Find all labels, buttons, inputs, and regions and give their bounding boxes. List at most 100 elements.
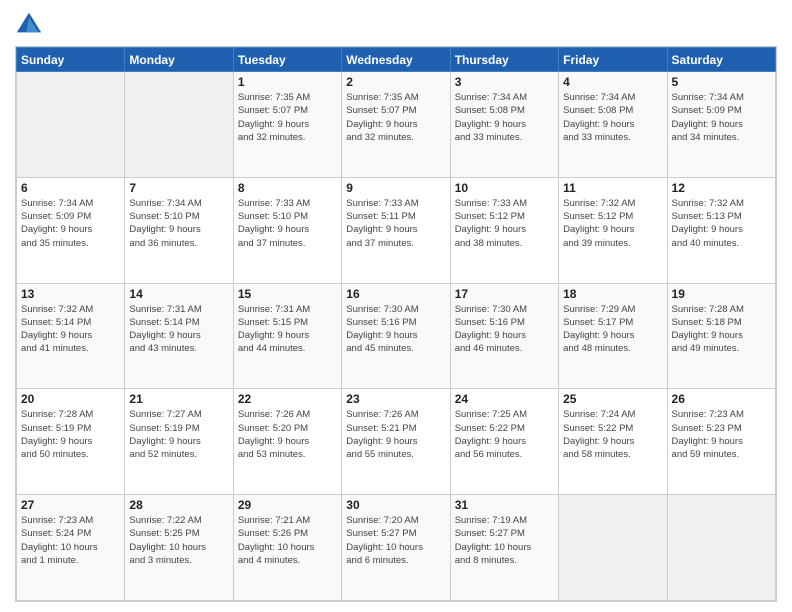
day-number: 29	[238, 498, 337, 512]
weekday-header-cell: Saturday	[667, 48, 775, 72]
day-info: Sunrise: 7:34 AM Sunset: 5:08 PM Dayligh…	[563, 91, 662, 144]
weekday-header-cell: Wednesday	[342, 48, 450, 72]
calendar-cell: 7 Sunrise: 7:34 AM Sunset: 5:10 PM Daylig…	[125, 177, 233, 283]
day-number: 31	[455, 498, 554, 512]
calendar-cell: 23 Sunrise: 7:26 AM Sunset: 5:21 PM Dayli…	[342, 389, 450, 495]
day-info: Sunrise: 7:21 AM Sunset: 5:26 PM Dayligh…	[238, 514, 337, 567]
day-info: Sunrise: 7:35 AM Sunset: 5:07 PM Dayligh…	[346, 91, 445, 144]
calendar-cell: 18 Sunrise: 7:29 AM Sunset: 5:17 PM Dayli…	[559, 283, 667, 389]
weekday-header-cell: Monday	[125, 48, 233, 72]
day-number: 28	[129, 498, 228, 512]
day-number: 5	[672, 75, 771, 89]
calendar-week-row: 13Sunrise: 7:32 AM Sunset: 5:14 PM Dayli…	[17, 283, 776, 389]
day-info: Sunrise: 7:28 AM Sunset: 5:18 PM Dayligh…	[672, 303, 771, 356]
calendar-week-row: 27 Sunrise: 7:23 AM Sunset: 5:24 PM Dayli…	[17, 495, 776, 601]
day-info: Sunrise: 7:23 AM Sunset: 5:24 PM Dayligh…	[21, 514, 120, 567]
calendar: SundayMondayTuesdayWednesdayThursdayFrid…	[15, 46, 777, 602]
calendar-cell: 8 Sunrise: 7:33 AM Sunset: 5:10 PM Daylig…	[233, 177, 341, 283]
weekday-header-cell: Tuesday	[233, 48, 341, 72]
weekday-header-cell: Sunday	[17, 48, 125, 72]
header	[15, 10, 777, 38]
day-info: Sunrise: 7:33 AM Sunset: 5:11 PM Dayligh…	[346, 197, 445, 250]
calendar-cell: 5Sunrise: 7:34 AM Sunset: 5:09 PM Daylig…	[667, 72, 775, 178]
day-number: 4	[563, 75, 662, 89]
calendar-cell: 28 Sunrise: 7:22 AM Sunset: 5:25 PM Dayli…	[125, 495, 233, 601]
day-info: Sunrise: 7:25 AM Sunset: 5:22 PM Dayligh…	[455, 408, 554, 461]
weekday-header-row: SundayMondayTuesdayWednesdayThursdayFrid…	[17, 48, 776, 72]
day-number: 11	[563, 181, 662, 195]
day-number: 25	[563, 392, 662, 406]
day-info: Sunrise: 7:30 AM Sunset: 5:16 PM Dayligh…	[455, 303, 554, 356]
calendar-cell: 9 Sunrise: 7:33 AM Sunset: 5:11 PM Daylig…	[342, 177, 450, 283]
day-number: 23	[346, 392, 445, 406]
calendar-cell: 10Sunrise: 7:33 AM Sunset: 5:12 PM Dayli…	[450, 177, 558, 283]
day-number: 21	[129, 392, 228, 406]
calendar-cell: 20 Sunrise: 7:28 AM Sunset: 5:19 PM Dayli…	[17, 389, 125, 495]
weekday-header-cell: Thursday	[450, 48, 558, 72]
page: SundayMondayTuesdayWednesdayThursdayFrid…	[0, 0, 792, 612]
day-number: 10	[455, 181, 554, 195]
day-number: 3	[455, 75, 554, 89]
day-number: 17	[455, 287, 554, 301]
day-number: 6	[21, 181, 120, 195]
calendar-cell	[667, 495, 775, 601]
day-info: Sunrise: 7:31 AM Sunset: 5:14 PM Dayligh…	[129, 303, 228, 356]
day-info: Sunrise: 7:30 AM Sunset: 5:16 PM Dayligh…	[346, 303, 445, 356]
calendar-cell: 31 Sunrise: 7:19 AM Sunset: 5:27 PM Dayli…	[450, 495, 558, 601]
day-info: Sunrise: 7:34 AM Sunset: 5:10 PM Dayligh…	[129, 197, 228, 250]
day-info: Sunrise: 7:19 AM Sunset: 5:27 PM Dayligh…	[455, 514, 554, 567]
day-number: 20	[21, 392, 120, 406]
day-number: 9	[346, 181, 445, 195]
calendar-cell: 29 Sunrise: 7:21 AM Sunset: 5:26 PM Dayli…	[233, 495, 341, 601]
day-info: Sunrise: 7:20 AM Sunset: 5:27 PM Dayligh…	[346, 514, 445, 567]
calendar-cell	[125, 72, 233, 178]
calendar-cell: 4 Sunrise: 7:34 AM Sunset: 5:08 PM Daylig…	[559, 72, 667, 178]
calendar-cell: 11 Sunrise: 7:32 AM Sunset: 5:12 PM Dayli…	[559, 177, 667, 283]
calendar-cell: 25 Sunrise: 7:24 AM Sunset: 5:22 PM Dayli…	[559, 389, 667, 495]
day-info: Sunrise: 7:22 AM Sunset: 5:25 PM Dayligh…	[129, 514, 228, 567]
day-info: Sunrise: 7:32 AM Sunset: 5:13 PM Dayligh…	[672, 197, 771, 250]
day-number: 30	[346, 498, 445, 512]
calendar-cell: 19 Sunrise: 7:28 AM Sunset: 5:18 PM Dayli…	[667, 283, 775, 389]
day-number: 18	[563, 287, 662, 301]
day-number: 14	[129, 287, 228, 301]
calendar-week-row: 1Sunrise: 7:35 AM Sunset: 5:07 PM Daylig…	[17, 72, 776, 178]
logo	[15, 10, 45, 38]
calendar-cell: 13Sunrise: 7:32 AM Sunset: 5:14 PM Dayli…	[17, 283, 125, 389]
day-info: Sunrise: 7:33 AM Sunset: 5:10 PM Dayligh…	[238, 197, 337, 250]
day-info: Sunrise: 7:28 AM Sunset: 5:19 PM Dayligh…	[21, 408, 120, 461]
calendar-cell: 27 Sunrise: 7:23 AM Sunset: 5:24 PM Dayli…	[17, 495, 125, 601]
calendar-cell: 22Sunrise: 7:26 AM Sunset: 5:20 PM Dayli…	[233, 389, 341, 495]
day-info: Sunrise: 7:26 AM Sunset: 5:21 PM Dayligh…	[346, 408, 445, 461]
day-number: 2	[346, 75, 445, 89]
calendar-cell: 26Sunrise: 7:23 AM Sunset: 5:23 PM Dayli…	[667, 389, 775, 495]
calendar-cell: 30 Sunrise: 7:20 AM Sunset: 5:27 PM Dayli…	[342, 495, 450, 601]
calendar-cell: 17 Sunrise: 7:30 AM Sunset: 5:16 PM Dayli…	[450, 283, 558, 389]
logo-icon	[15, 10, 43, 38]
day-info: Sunrise: 7:26 AM Sunset: 5:20 PM Dayligh…	[238, 408, 337, 461]
calendar-cell	[559, 495, 667, 601]
day-number: 19	[672, 287, 771, 301]
day-info: Sunrise: 7:24 AM Sunset: 5:22 PM Dayligh…	[563, 408, 662, 461]
calendar-cell: 21Sunrise: 7:27 AM Sunset: 5:19 PM Dayli…	[125, 389, 233, 495]
day-number: 12	[672, 181, 771, 195]
day-info: Sunrise: 7:34 AM Sunset: 5:08 PM Dayligh…	[455, 91, 554, 144]
calendar-cell: 16 Sunrise: 7:30 AM Sunset: 5:16 PM Dayli…	[342, 283, 450, 389]
day-info: Sunrise: 7:32 AM Sunset: 5:12 PM Dayligh…	[563, 197, 662, 250]
calendar-cell: 24 Sunrise: 7:25 AM Sunset: 5:22 PM Dayli…	[450, 389, 558, 495]
day-number: 16	[346, 287, 445, 301]
day-number: 15	[238, 287, 337, 301]
day-number: 24	[455, 392, 554, 406]
calendar-body: 1Sunrise: 7:35 AM Sunset: 5:07 PM Daylig…	[17, 72, 776, 601]
day-number: 7	[129, 181, 228, 195]
calendar-cell: 1Sunrise: 7:35 AM Sunset: 5:07 PM Daylig…	[233, 72, 341, 178]
day-number: 27	[21, 498, 120, 512]
weekday-header-cell: Friday	[559, 48, 667, 72]
day-number: 26	[672, 392, 771, 406]
day-number: 8	[238, 181, 337, 195]
day-info: Sunrise: 7:31 AM Sunset: 5:15 PM Dayligh…	[238, 303, 337, 356]
calendar-cell: 3 Sunrise: 7:34 AM Sunset: 5:08 PM Daylig…	[450, 72, 558, 178]
calendar-cell: 12 Sunrise: 7:32 AM Sunset: 5:13 PM Dayli…	[667, 177, 775, 283]
day-info: Sunrise: 7:29 AM Sunset: 5:17 PM Dayligh…	[563, 303, 662, 356]
day-info: Sunrise: 7:35 AM Sunset: 5:07 PM Dayligh…	[238, 91, 337, 144]
